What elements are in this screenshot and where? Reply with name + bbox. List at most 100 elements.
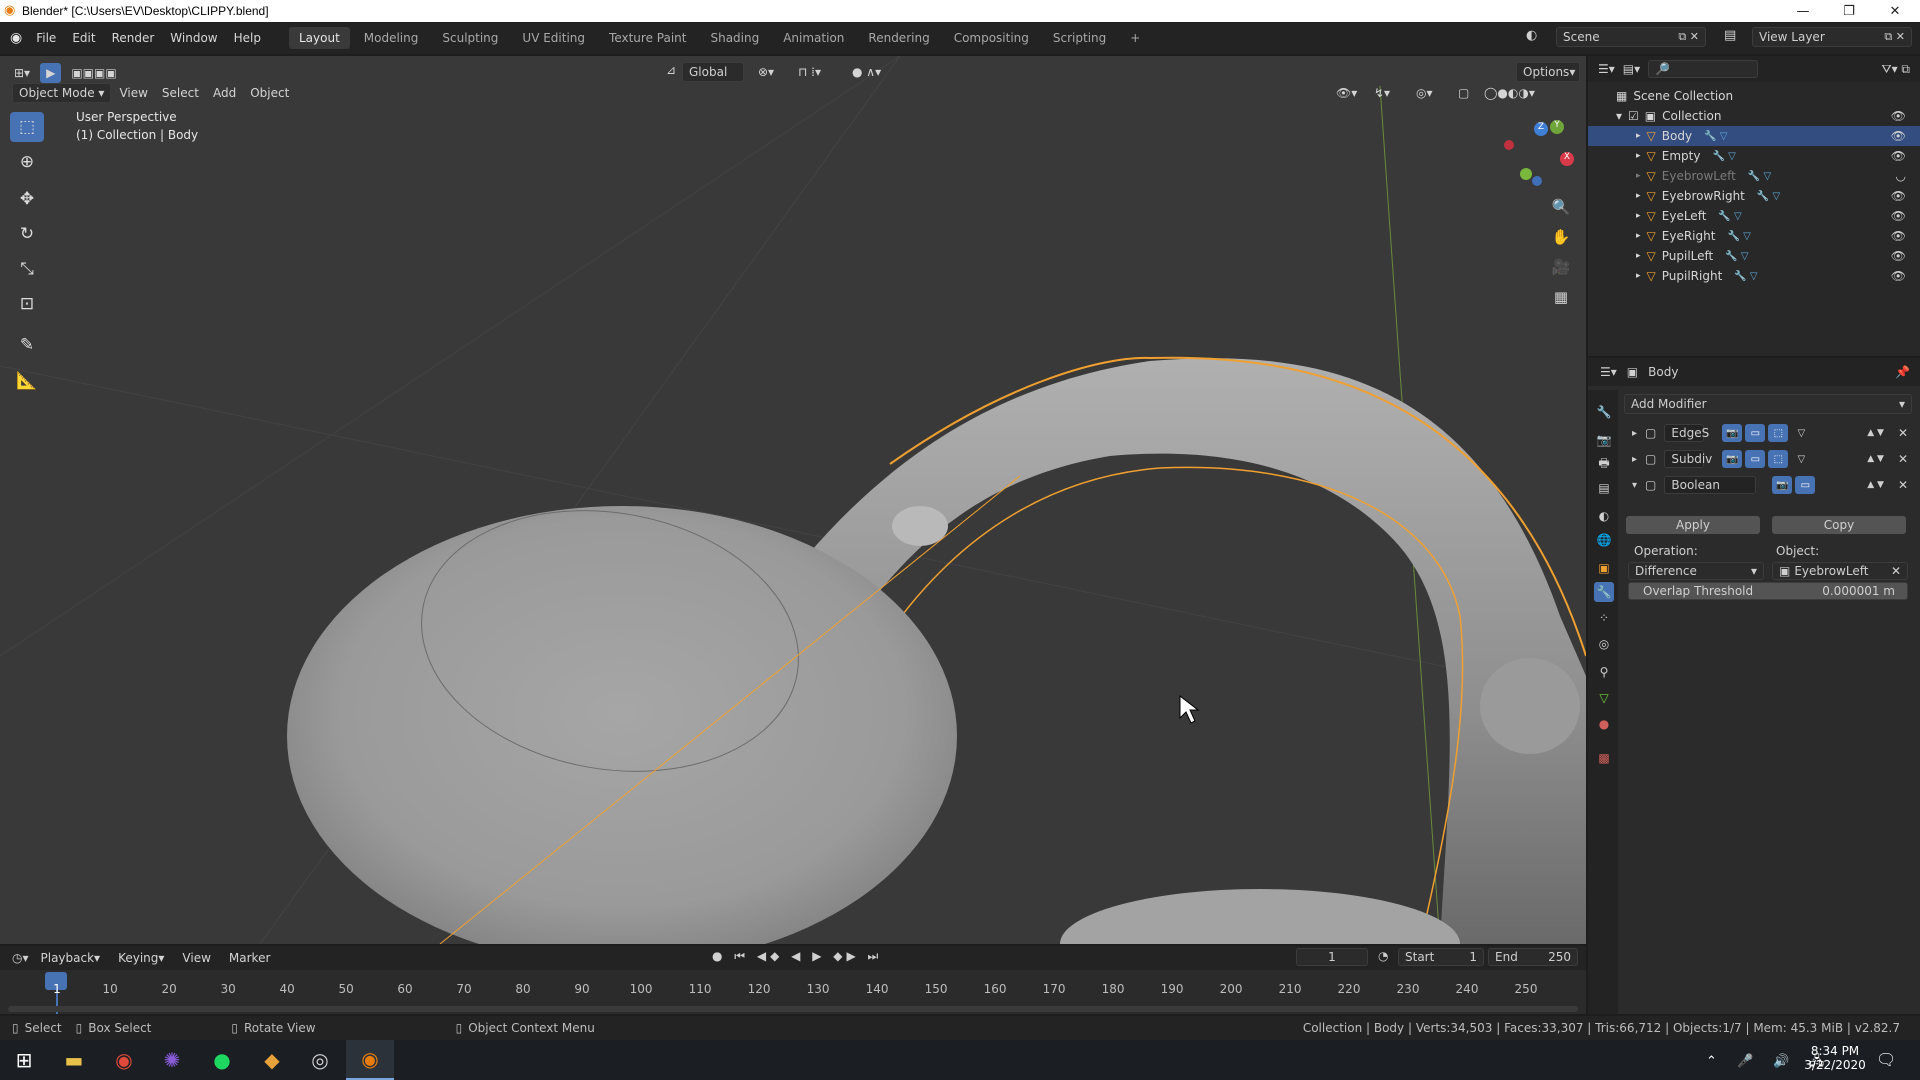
blender-menu-icon[interactable]: ◉ bbox=[10, 30, 22, 46]
view-layer-tab-icon[interactable]: ▤ bbox=[1594, 478, 1614, 498]
modifier-data-icon[interactable]: 🔧 ▽ bbox=[1712, 151, 1735, 162]
measure-tool-icon[interactable]: 📐 bbox=[10, 366, 44, 396]
add-workspace-button[interactable]: + bbox=[1120, 27, 1150, 49]
physics-tab-icon[interactable]: ◎ bbox=[1594, 634, 1614, 654]
gitkraken-icon[interactable]: ◆ bbox=[248, 1040, 296, 1080]
snap-icon[interactable]: ⊓ ⁞▾ bbox=[792, 62, 827, 82]
chrome-icon[interactable]: ◉ bbox=[100, 1040, 148, 1080]
close-window-button[interactable]: ✕ bbox=[1872, 0, 1918, 22]
modifier-data-icon[interactable]: 🔧 ▽ bbox=[1748, 171, 1771, 182]
start-frame-field[interactable]: Start 1 bbox=[1398, 948, 1484, 966]
camera-view-icon[interactable]: 🎥 bbox=[1548, 254, 1574, 280]
view-layer-icon[interactable]: ▤ bbox=[1724, 28, 1736, 43]
menu-file[interactable]: File bbox=[28, 31, 64, 45]
scene-selector[interactable]: Scene ⧉ ✕ bbox=[1556, 27, 1706, 47]
scene-icon[interactable]: ◐ bbox=[1526, 28, 1537, 43]
move-tool-icon[interactable]: ✥ bbox=[10, 184, 44, 214]
gizmo-x-icon[interactable]: X bbox=[1560, 152, 1574, 166]
cage-toggle-icon[interactable]: ▽ bbox=[1791, 424, 1811, 442]
tab-animation[interactable]: Animation bbox=[773, 27, 854, 49]
modifier-row[interactable]: ▾ ▢ Boolean 📷 ▭ ▲ ▼ ✕ bbox=[1624, 472, 1912, 498]
outliner-item[interactable]: ▸ ▽ PupilLeft 🔧 ▽ 👁 bbox=[1588, 246, 1920, 266]
display-mode-icon[interactable]: ▤▾ bbox=[1623, 62, 1640, 76]
navigation-gizmo[interactable]: Z Y X bbox=[1504, 116, 1584, 196]
boolean-object-field[interactable]: ▣ EyebrowLeft ✕ bbox=[1772, 562, 1908, 580]
tab-rendering[interactable]: Rendering bbox=[858, 27, 939, 49]
eye-icon[interactable]: 👁 bbox=[1891, 269, 1906, 283]
outliner-item[interactable]: ▸ ▽ PupilRight 🔧 ▽ 👁 bbox=[1588, 266, 1920, 286]
end-frame-field[interactable]: End 250 bbox=[1488, 948, 1578, 966]
view-layer-selector[interactable]: View Layer ⧉ ✕ bbox=[1752, 27, 1912, 47]
menu-help[interactable]: Help bbox=[226, 31, 269, 45]
options-dropdown[interactable]: Options ▾ bbox=[1516, 62, 1580, 82]
annotate-tool-icon[interactable]: ✎ bbox=[10, 330, 44, 360]
editmode-toggle-icon[interactable]: ⬚ bbox=[1768, 424, 1789, 442]
pan-hand-icon[interactable]: ✋ bbox=[1548, 224, 1574, 250]
expand-arrow-icon[interactable]: ▸ bbox=[1636, 131, 1641, 141]
select-box-tool-icon[interactable]: ⬚ bbox=[10, 112, 44, 142]
menu-window[interactable]: Window bbox=[162, 31, 225, 45]
viewport-toggle-icon[interactable]: ▭ bbox=[1745, 450, 1766, 468]
menu-object[interactable]: Object bbox=[244, 83, 295, 103]
render-toggle-icon[interactable]: 📷 bbox=[1722, 450, 1743, 468]
menu-select[interactable]: Select bbox=[156, 83, 205, 103]
modifier-data-icon[interactable]: 🔧 ▽ bbox=[1704, 131, 1727, 142]
davinci-icon[interactable]: ✺ bbox=[148, 1040, 196, 1080]
restore-button[interactable]: ❐ bbox=[1826, 0, 1872, 22]
add-modifier-dropdown[interactable]: Add Modifier ▾ bbox=[1624, 394, 1912, 414]
properties-editor-icon[interactable]: ☰▾ bbox=[1600, 365, 1617, 379]
viewport-toggle-icon[interactable]: ▭ bbox=[1745, 424, 1766, 442]
tab-modeling[interactable]: Modeling bbox=[354, 27, 429, 49]
cursor-tool-icon[interactable]: ⊕ bbox=[10, 147, 44, 177]
move-modifier-icon[interactable]: ▲ ▼ bbox=[1867, 454, 1884, 464]
modifier-tab-icon[interactable]: 🔧 bbox=[1594, 582, 1614, 602]
filter-icon[interactable]: ⛛▾ ⧉ bbox=[1882, 62, 1911, 77]
rotate-tool-icon[interactable]: ↻ bbox=[10, 219, 44, 249]
data-tab-icon[interactable]: ▽ bbox=[1594, 688, 1614, 708]
modifier-row[interactable]: ▸ ▢ EdgeS 📷 ▭ ⬚ ▽ ▲ ▼ ✕ bbox=[1624, 420, 1912, 446]
gizmo-y-icon[interactable]: Y bbox=[1550, 120, 1564, 134]
expand-arrow-icon[interactable]: ▸ bbox=[1636, 231, 1641, 241]
outliner-item[interactable]: ▸ ▽ EyebrowLeft 🔧 ▽ ◡ bbox=[1588, 166, 1920, 186]
tab-texture-paint[interactable]: Texture Paint bbox=[599, 27, 696, 49]
overlay-toggle-icon[interactable]: ◎▾ bbox=[1410, 83, 1439, 103]
modifier-name-field[interactable]: Boolean bbox=[1664, 476, 1757, 494]
world-tab-icon[interactable]: 🌐 bbox=[1594, 530, 1614, 550]
transform-tool-icon[interactable]: ⊡ bbox=[10, 289, 44, 319]
windows-start-icon[interactable]: ⊞ bbox=[0, 1040, 48, 1080]
material-tab-icon[interactable]: ● bbox=[1594, 714, 1614, 734]
chevron-right-icon[interactable]: ▸ bbox=[1632, 428, 1637, 439]
stopwatch-icon[interactable]: ◔ bbox=[1378, 949, 1388, 963]
expand-arrow-icon[interactable]: ▸ bbox=[1636, 191, 1641, 201]
modifier-name-field[interactable]: Subdiv bbox=[1664, 450, 1712, 468]
tab-layout[interactable]: Layout bbox=[288, 27, 350, 49]
gizmo-z-icon[interactable]: Z bbox=[1534, 122, 1548, 136]
eye-icon[interactable]: 👁 bbox=[1891, 209, 1906, 223]
tab-uv-editing[interactable]: UV Editing bbox=[512, 27, 595, 49]
menu-render[interactable]: Render bbox=[104, 31, 163, 45]
modifier-data-icon[interactable]: 🔧 ▽ bbox=[1727, 231, 1750, 242]
eye-icon[interactable]: 👁 bbox=[1891, 129, 1906, 143]
eye-icon[interactable]: 👁 bbox=[1891, 189, 1906, 203]
timeline-editor-icon[interactable]: ◷▾ bbox=[12, 951, 29, 965]
expand-arrow-icon[interactable]: ▾ bbox=[1616, 109, 1622, 123]
constraints-tab-icon[interactable]: ⚲ bbox=[1594, 662, 1614, 682]
modifier-row[interactable]: ▸ ▢ Subdiv 📷 ▭ ⬚ ▽ ▲ ▼ ✕ bbox=[1624, 446, 1912, 472]
remove-modifier-icon[interactable]: ✕ bbox=[1898, 452, 1908, 466]
xray-icon[interactable]: ▢ bbox=[1452, 83, 1475, 103]
overlap-threshold-field[interactable]: Overlap Threshold 0.000001 m bbox=[1628, 582, 1908, 600]
eye-icon[interactable]: 👁 bbox=[1891, 149, 1906, 163]
zoom-icon[interactable]: 🔍 bbox=[1548, 194, 1574, 220]
copy-button[interactable]: Copy bbox=[1772, 516, 1906, 534]
cage-toggle-icon[interactable]: ▽ bbox=[1791, 450, 1811, 468]
output-tab-icon[interactable]: 🖶 bbox=[1594, 454, 1614, 474]
obs-icon[interactable]: ◎ bbox=[296, 1040, 344, 1080]
ortho-toggle-icon[interactable]: ▦ bbox=[1548, 284, 1574, 310]
transform-orientation-dropdown[interactable]: Global bbox=[682, 62, 744, 82]
menu-playback[interactable]: Playback ▾ bbox=[35, 948, 107, 968]
gizmo-neg-x-icon[interactable] bbox=[1504, 140, 1514, 150]
eye-icon[interactable]: 👁 bbox=[1891, 109, 1906, 123]
operation-dropdown[interactable]: Difference ▾ bbox=[1628, 562, 1764, 580]
editmode-toggle-icon[interactable]: ⬚ bbox=[1768, 450, 1789, 468]
gizmo-neg-z-icon[interactable] bbox=[1532, 176, 1542, 186]
